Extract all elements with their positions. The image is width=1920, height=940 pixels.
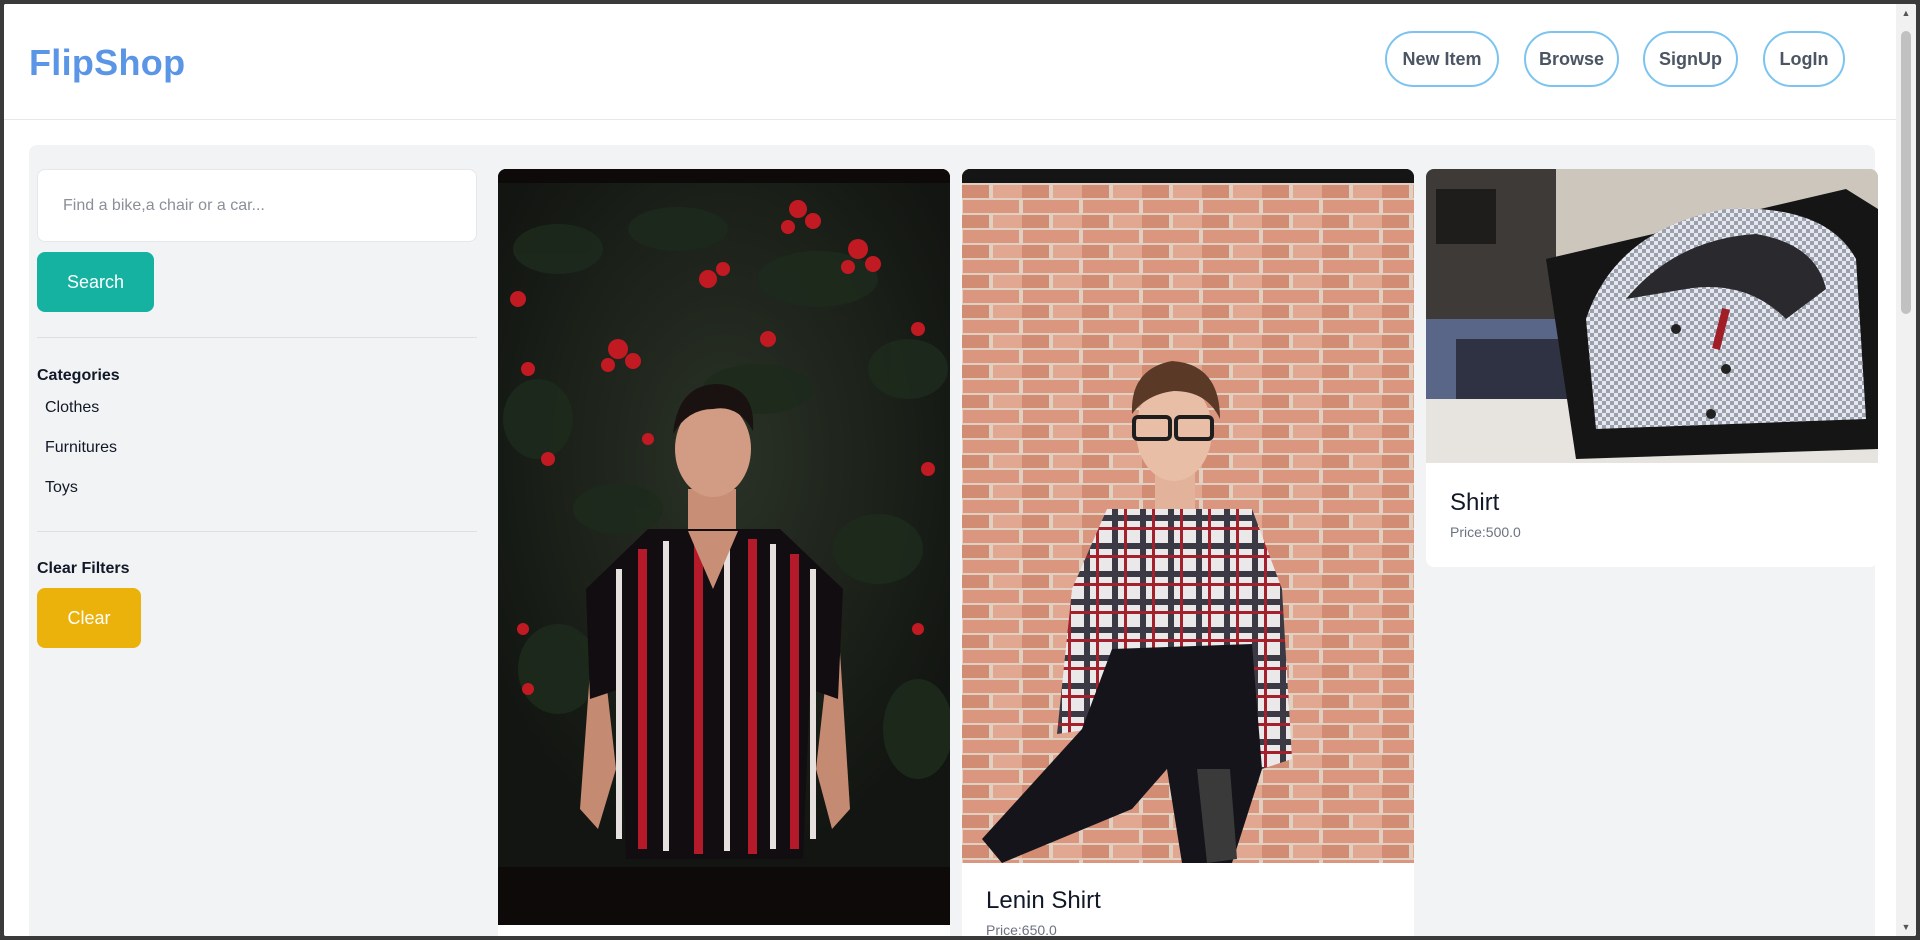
product-photo-plaid-shirt bbox=[962, 169, 1414, 863]
product-price: Price:650.0 bbox=[986, 922, 1057, 936]
product-photo-shirt-box bbox=[1426, 169, 1878, 463]
browser-window: FlipShop New Item Browse SignUp LogIn Se… bbox=[4, 4, 1916, 936]
category-furnitures[interactable]: Furnitures bbox=[45, 439, 117, 457]
product-title[interactable]: Shirt bbox=[1450, 489, 1499, 517]
scroll-down-arrow-icon[interactable]: ▼ bbox=[1896, 918, 1916, 936]
categories-heading: Categories bbox=[37, 367, 120, 384]
main-content: Search Categories Clothes Furnitures Toy… bbox=[29, 145, 1878, 936]
brand-logo[interactable]: FlipShop bbox=[29, 42, 185, 84]
search-input[interactable] bbox=[37, 169, 477, 242]
vertical-scrollbar[interactable]: ▲ ▼ bbox=[1896, 4, 1916, 936]
sidebar-divider bbox=[37, 531, 477, 532]
product-image[interactable] bbox=[962, 169, 1414, 863]
product-photo-striped-shirt bbox=[498, 169, 950, 925]
browse-button[interactable]: Browse bbox=[1524, 31, 1619, 87]
search-button[interactable]: Search bbox=[37, 252, 154, 312]
product-image[interactable] bbox=[498, 169, 950, 925]
product-price: Price:500.0 bbox=[1450, 524, 1521, 540]
sidebar-divider bbox=[37, 337, 477, 338]
product-card[interactable]: Shirt Price:500.0 bbox=[1426, 169, 1878, 567]
product-card[interactable] bbox=[498, 169, 950, 936]
product-title[interactable]: Lenin Shirt bbox=[986, 887, 1101, 915]
category-toys[interactable]: Toys bbox=[45, 479, 78, 497]
product-image[interactable] bbox=[1426, 169, 1878, 463]
scroll-thumb[interactable] bbox=[1901, 31, 1911, 314]
login-button[interactable]: LogIn bbox=[1763, 31, 1845, 87]
clear-filters-heading: Clear Filters bbox=[37, 560, 130, 577]
new-item-button[interactable]: New Item bbox=[1385, 31, 1499, 87]
product-card[interactable]: Lenin Shirt Price:650.0 bbox=[962, 169, 1414, 936]
page-viewport: FlipShop New Item Browse SignUp LogIn Se… bbox=[4, 4, 1896, 936]
category-clothes[interactable]: Clothes bbox=[45, 399, 99, 417]
clear-button[interactable]: Clear bbox=[37, 588, 141, 648]
scroll-up-arrow-icon[interactable]: ▲ bbox=[1896, 4, 1916, 22]
signup-button[interactable]: SignUp bbox=[1643, 31, 1738, 87]
site-header: FlipShop New Item Browse SignUp LogIn bbox=[4, 4, 1896, 120]
